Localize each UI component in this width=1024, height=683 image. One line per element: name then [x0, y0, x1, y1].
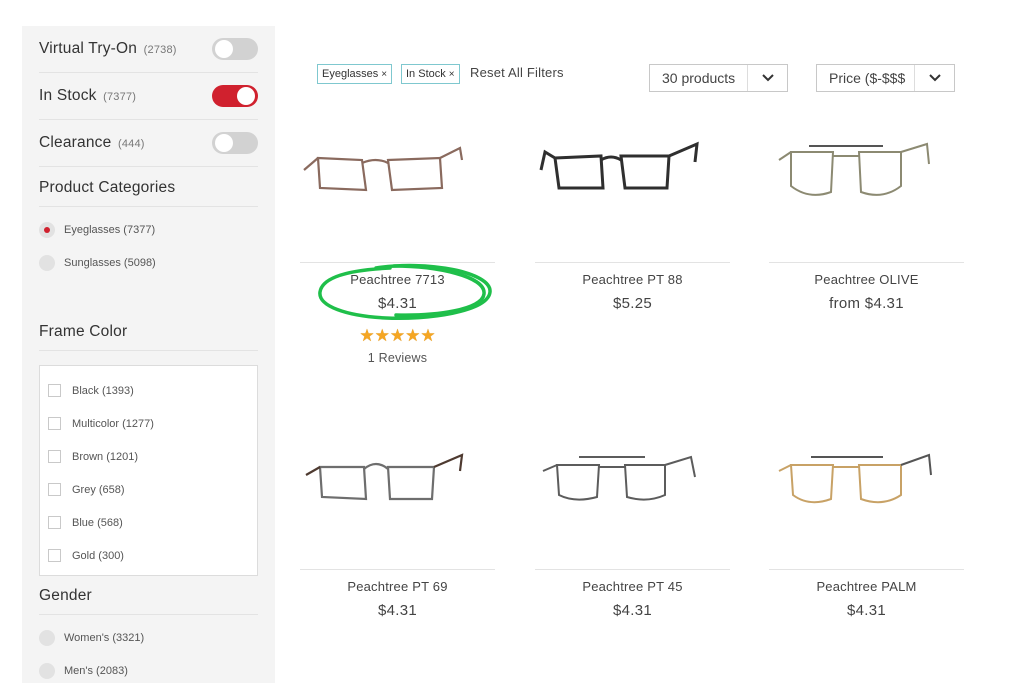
frame-color-option[interactable]: Black (1393): [48, 374, 257, 407]
remove-chip-icon[interactable]: ×: [381, 69, 387, 80]
checkbox[interactable]: [48, 450, 61, 463]
product-name[interactable]: Peachtree PT 88: [535, 272, 730, 287]
frame-color-option[interactable]: Brown (1201): [48, 440, 257, 473]
clearance-label: Clearance (444): [39, 134, 145, 151]
virtual-try-on-toggle[interactable]: [212, 38, 258, 60]
product-price: $5.25: [612, 295, 653, 312]
product-card[interactable]: Peachtree PT 45 $4.31: [535, 437, 730, 619]
filter-in-stock[interactable]: In Stock (7377): [39, 73, 258, 120]
product-price: $4.31: [377, 602, 418, 619]
product-name[interactable]: Peachtree OLIVE: [769, 272, 964, 287]
product-name[interactable]: Peachtree PALM: [769, 579, 964, 594]
eyeglasses-image[interactable]: [535, 437, 705, 522]
checkbox[interactable]: [48, 483, 61, 496]
eyeglasses-image[interactable]: [535, 130, 705, 215]
products-per-page-select[interactable]: 30 products: [649, 64, 788, 92]
filter-virtual-try-on[interactable]: Virtual Try-On (2738): [39, 26, 258, 73]
product-price: $4.31: [612, 602, 653, 619]
reset-all-filters-link[interactable]: Reset All Filters: [470, 65, 564, 80]
in-stock-toggle[interactable]: [212, 85, 258, 107]
in-stock-label: In Stock (7377): [39, 87, 137, 104]
checkbox[interactable]: [48, 516, 61, 529]
frame-color-list[interactable]: Black (1393) Multicolor (1277) Brown (12…: [39, 365, 258, 576]
chip-eyeglasses[interactable]: Eyeglasses ×: [317, 64, 393, 84]
rating-stars: ★★★★★: [359, 326, 436, 345]
chevron-down-icon[interactable]: [914, 65, 954, 91]
product-card[interactable]: Peachtree PT 88 $5.25: [535, 130, 730, 312]
gender-heading: Gender: [39, 582, 258, 615]
checkbox[interactable]: [48, 549, 61, 562]
sort-select[interactable]: Price ($-$$$: [816, 64, 955, 92]
product-card[interactable]: Peachtree 7713 $4.31 ★★★★★ 1 Reviews: [300, 130, 495, 365]
radio-icon[interactable]: [39, 254, 55, 271]
radio-selected-icon[interactable]: [39, 221, 55, 238]
checkbox[interactable]: [48, 384, 61, 397]
eyeglasses-image[interactable]: [769, 437, 939, 522]
checkbox[interactable]: [48, 417, 61, 430]
virtual-try-on-label: Virtual Try-On (2738): [39, 40, 177, 57]
filter-clearance[interactable]: Clearance (444): [39, 120, 258, 167]
radio-icon[interactable]: [39, 662, 55, 679]
frame-color-option-partial[interactable]: [48, 572, 257, 575]
remove-chip-icon[interactable]: ×: [449, 69, 455, 80]
product-name[interactable]: Peachtree PT 45: [535, 579, 730, 594]
product-name[interactable]: Peachtree 7713: [300, 272, 495, 287]
frame-color-heading: Frame Color: [39, 303, 258, 351]
gender-men[interactable]: Men's (2083): [39, 654, 258, 683]
product-categories-heading: Product Categories: [39, 167, 258, 207]
eyeglasses-image[interactable]: [300, 130, 470, 215]
chevron-down-icon[interactable]: [747, 65, 787, 91]
clearance-toggle[interactable]: [212, 132, 258, 154]
highlight-circle-annotation: [318, 263, 492, 321]
frame-color-option[interactable]: Blue (568): [48, 506, 257, 539]
product-card[interactable]: Peachtree PT 69 $4.31: [300, 437, 495, 619]
category-sunglasses[interactable]: Sunglasses (5098): [39, 246, 258, 279]
frame-color-option[interactable]: Gold (300): [48, 539, 257, 572]
product-price: from $4.31: [829, 295, 904, 312]
product-card[interactable]: Peachtree OLIVE from $4.31: [769, 130, 964, 312]
gender-women[interactable]: Women's (3321): [39, 621, 258, 654]
product-name[interactable]: Peachtree PT 69: [300, 579, 495, 594]
product-card[interactable]: Peachtree PALM $4.31: [769, 437, 964, 619]
radio-icon[interactable]: [39, 629, 55, 646]
eyeglasses-image[interactable]: [769, 130, 939, 215]
product-price: $4.31: [377, 295, 418, 312]
frame-color-option[interactable]: Grey (658): [48, 473, 257, 506]
category-eyeglasses[interactable]: Eyeglasses (7377): [39, 213, 258, 246]
product-price: $4.31: [846, 602, 887, 619]
frame-color-option[interactable]: Multicolor (1277): [48, 407, 257, 440]
filter-sidebar: Virtual Try-On (2738) In Stock (7377) Cl…: [22, 26, 275, 683]
review-count-link[interactable]: 1 Reviews: [300, 351, 495, 365]
chip-in-stock[interactable]: In Stock ×: [401, 64, 460, 84]
eyeglasses-image[interactable]: [300, 437, 470, 522]
